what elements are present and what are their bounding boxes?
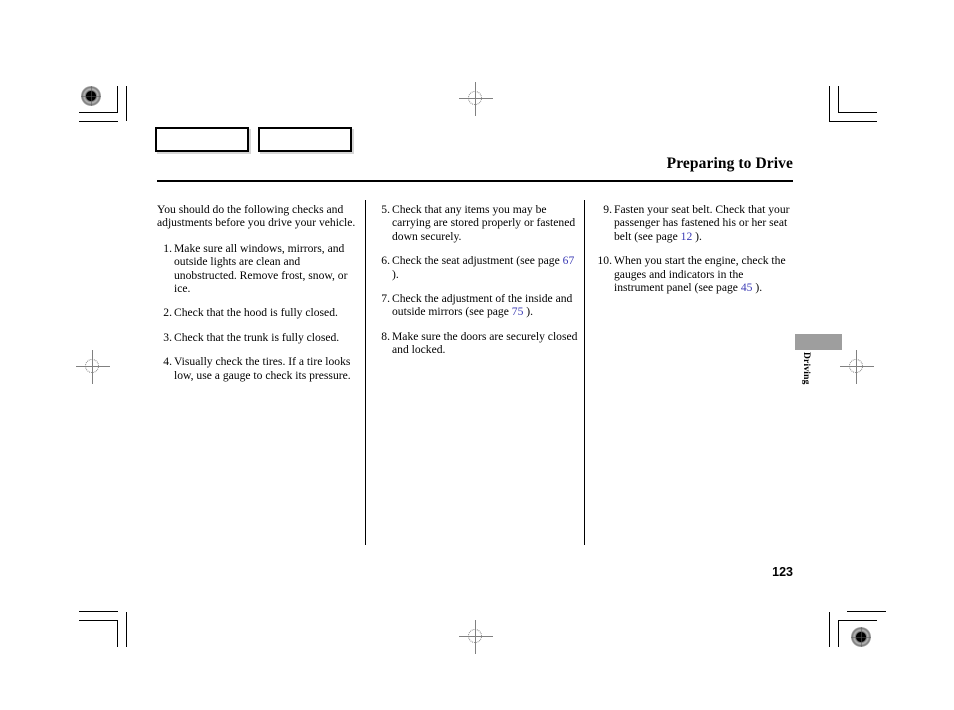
list-item-number: 5. xyxy=(381,203,390,216)
list-item: 9. Fasten your seat belt. Check that you… xyxy=(592,203,795,243)
list-item: 4. Visually check the tires. If a tire l… xyxy=(157,355,360,382)
color-control-box-2 xyxy=(258,127,352,152)
column-divider-2 xyxy=(584,200,585,545)
list-item-number: 1. xyxy=(163,241,172,255)
list-item-text-suffix: ). xyxy=(392,267,399,281)
page-reference-link[interactable]: 12 xyxy=(681,230,693,243)
crop-mark-top-right-horizontal-inner xyxy=(838,112,877,113)
registration-target-bottom-right xyxy=(851,627,871,647)
page-reference-link[interactable]: 75 xyxy=(512,305,524,318)
checklist-right: 9. Fasten your seat belt. Check that you… xyxy=(592,203,795,294)
list-item-text: Check that any items you may be carrying… xyxy=(392,203,576,243)
list-item-text-suffix: ). xyxy=(526,305,534,319)
registration-crosshair-bottom-center xyxy=(459,620,493,654)
crosshair-ring xyxy=(468,91,482,105)
list-item-text: Check the seat adjustment (see page xyxy=(392,254,560,268)
crop-mark-bottom-left-horizontal-inner xyxy=(79,620,118,621)
section-thumb-tab xyxy=(795,334,842,350)
crop-mark-top-left-vertical-outer xyxy=(126,86,127,121)
crosshair-ring xyxy=(85,359,99,373)
list-item-number: 8. xyxy=(381,329,390,343)
list-item-number: 2. xyxy=(163,306,172,320)
crop-mark-bottom-left-vertical-inner xyxy=(117,620,118,647)
list-item-text: Make sure the doors are securely closed … xyxy=(392,329,578,357)
column-divider-1 xyxy=(365,200,366,545)
list-item-text: Check the adjustment of the inside and o… xyxy=(392,292,573,319)
registration-crosshair-middle-left xyxy=(76,350,110,384)
crop-mark-bottom-left-vertical-outer xyxy=(126,612,127,647)
color-control-box-1 xyxy=(155,127,249,152)
page-reference-link[interactable]: 45 xyxy=(741,281,753,294)
checklist-middle: 5. Check that any items you may be carry… xyxy=(375,203,578,357)
crop-mark-bottom-left-horizontal-outer xyxy=(79,611,118,612)
list-item-number: 3. xyxy=(163,330,172,344)
crop-mark-bottom-right-vertical-outer xyxy=(829,612,830,647)
crop-mark-bottom-right-horizontal-inner xyxy=(838,620,877,621)
crop-mark-top-right-vertical-inner xyxy=(838,86,839,113)
list-item-text-suffix: ). xyxy=(755,281,763,295)
registration-target-top-left xyxy=(81,86,101,106)
header-rule xyxy=(157,180,793,182)
list-item: 3. Check that the trunk is fully closed. xyxy=(157,331,360,344)
crop-mark-top-left-horizontal-inner xyxy=(79,112,118,113)
registration-crosshair-middle-right xyxy=(840,350,874,384)
list-item-text: Check that the hood is fully closed. xyxy=(174,306,338,320)
content-column-left: You should do the following checks and a… xyxy=(157,203,360,393)
list-item-text-suffix: ). xyxy=(695,229,702,243)
document-page: Preparing to Drive You should do the fol… xyxy=(0,0,954,710)
crop-mark-top-left-horizontal-outer xyxy=(79,121,118,122)
list-item: 6. Check the seat adjustment (see page 6… xyxy=(375,254,578,281)
checklist-left: 1. Make sure all windows, mirrors, and o… xyxy=(157,242,360,382)
list-item-text: Visually check the tires. If a tire look… xyxy=(174,355,351,382)
crop-mark-top-right-horizontal-outer xyxy=(829,121,877,122)
crop-mark-bottom-right-vertical-inner xyxy=(838,620,839,647)
list-item-number: 9. xyxy=(603,203,612,216)
section-thumb-tab-label: Driving xyxy=(801,352,811,385)
crosshair-ring xyxy=(468,629,482,643)
list-item: 5. Check that any items you may be carry… xyxy=(375,203,578,243)
intro-paragraph: You should do the following checks and a… xyxy=(157,203,356,230)
page-number: 123 xyxy=(772,565,793,579)
list-item-number: 4. xyxy=(163,355,172,369)
page-reference-link[interactable]: 67 xyxy=(563,254,575,267)
crosshair-ring xyxy=(849,359,863,373)
list-item-number: 7. xyxy=(381,292,390,306)
crop-mark-top-right-vertical-outer xyxy=(829,86,830,121)
list-item-number: 6. xyxy=(381,254,390,268)
list-item-number: 10. xyxy=(597,254,613,268)
registration-crosshair-top-center xyxy=(459,82,493,116)
list-item: 1. Make sure all windows, mirrors, and o… xyxy=(157,242,360,296)
list-item-text: Check that the trunk is fully closed. xyxy=(174,330,340,344)
content-column-middle: 5. Check that any items you may be carry… xyxy=(375,203,578,368)
list-item: 8. Make sure the doors are securely clos… xyxy=(375,330,578,357)
crop-mark-top-left-vertical-inner xyxy=(117,86,118,113)
list-item: 7. Check the adjustment of the inside an… xyxy=(375,292,578,319)
list-item-text: Make sure all windows, mirrors, and outs… xyxy=(174,241,348,296)
content-column-right: 9. Fasten your seat belt. Check that you… xyxy=(592,203,795,305)
list-item: 2. Check that the hood is fully closed. xyxy=(157,306,360,319)
list-item: 10. When you start the engine, check the… xyxy=(592,254,795,294)
page-header-title: Preparing to Drive xyxy=(666,155,793,172)
crop-mark-bottom-right-horizontal-outer xyxy=(847,611,886,612)
